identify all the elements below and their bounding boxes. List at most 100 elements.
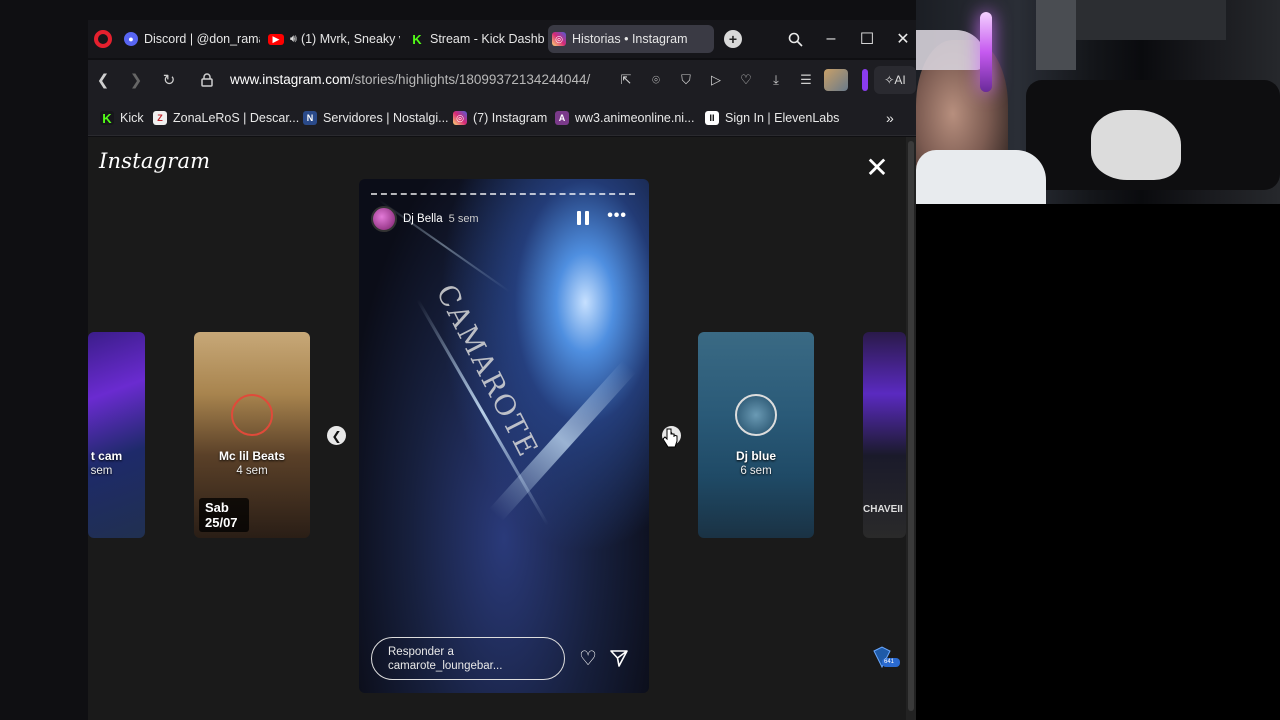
play-icon[interactable]: ▷ — [706, 70, 726, 90]
send-icon[interactable] — [609, 648, 631, 670]
badge-date: 25/07 — [205, 515, 238, 530]
scrollbar-thumb[interactable] — [908, 141, 914, 711]
page-scrollbar[interactable] — [906, 137, 916, 720]
side-story[interactable]: Dj blue 6 sem — [698, 332, 814, 538]
ai-button[interactable]: ✧ AI — [874, 66, 916, 94]
bookmark-elevenlabs[interactable]: II Sign In | ElevenLabs — [705, 109, 839, 127]
previous-story-button[interactable]: ❮ — [327, 426, 346, 445]
browser-window: ● Discord | @don_rama ▶ 🔊︎ (1) Mvrk, Sne… — [0, 0, 916, 720]
tab-kick-dashboard[interactable]: K Stream - Kick Dashbo — [406, 25, 544, 53]
bookmark-kick[interactable]: K Kick — [100, 109, 144, 127]
pause-icon[interactable] — [577, 211, 589, 225]
bookmark-servidores[interactable]: N Servidores | Nostalgi... — [303, 109, 449, 127]
story-avatar — [735, 394, 777, 436]
main-story[interactable]: CAMAROTE Dj Bella 5 sem ••• Responder a … — [359, 179, 649, 693]
new-tab-button[interactable]: + — [724, 30, 742, 48]
instagram-stories-page: Instagram ✕ t cam sem Mc lil Beats 4 sem… — [88, 137, 906, 720]
story-time: 4 sem — [236, 465, 268, 477]
speaker-icon[interactable]: 🔊︎ — [290, 33, 297, 46]
side-story[interactable]: Mc lil Beats 4 sem Sab 25/07 — [194, 332, 310, 538]
close-stories-button[interactable]: ✕ — [864, 154, 890, 182]
story-time: sem — [90, 465, 113, 477]
story-avatar — [231, 394, 273, 436]
elevenlabs-icon: II — [705, 111, 719, 125]
share-icon[interactable]: ⇱ — [616, 70, 636, 90]
bookmark-instagram[interactable]: ◎ (7) Instagram — [453, 109, 547, 127]
story-user: Dj blue — [735, 449, 776, 463]
webcam-cap — [916, 30, 986, 70]
bookmark-label: ZonaLeRoS | Descar... — [173, 111, 300, 125]
camera-icon[interactable]: ⌾ — [646, 70, 666, 90]
bookmark-label: ww3.animeonline.ni... — [575, 111, 695, 125]
youtube-icon: ▶ — [268, 33, 284, 45]
reload-icon[interactable]: ↻ — [158, 69, 180, 91]
sidebar-toggle[interactable] — [862, 69, 868, 91]
profile-avatar[interactable] — [824, 69, 848, 91]
lock-icon[interactable] — [196, 69, 218, 91]
side-story[interactable]: CHAVEII — [863, 332, 906, 538]
extension-badge[interactable]: 641 — [872, 645, 902, 669]
maximize-button[interactable]: ☐ — [855, 28, 879, 50]
bookmark-label: Sign In | ElevenLabs — [725, 111, 840, 125]
discord-icon: ● — [124, 32, 138, 46]
address-bar-row: ❮ ❯ ↻ www.instagram.com/stories/highligh… — [88, 60, 916, 100]
story-overlay-text: CAMAROTE — [429, 279, 546, 463]
story-user: t cam — [90, 449, 123, 463]
webcam-cloth — [1091, 110, 1181, 180]
url-path: /stories/highlights/18099372134244044/ — [350, 72, 591, 87]
bookmark-label: (7) Instagram — [473, 111, 548, 125]
story-user: Mc lil Beats — [218, 449, 286, 463]
webcam-background — [1076, 0, 1226, 40]
tab-label: Stream - Kick Dashbo — [430, 32, 544, 46]
anime-icon: A — [555, 111, 569, 125]
zonaleros-icon: Z — [153, 111, 167, 125]
url-field[interactable]: www.instagram.com/stories/highlights/180… — [230, 72, 590, 87]
webcam-background — [1036, 0, 1076, 70]
bookmarks-overflow-icon[interactable]: » — [886, 109, 894, 127]
bookmark-label: Servidores | Nostalgi... — [323, 111, 449, 125]
date-badge: Sab 25/07 — [199, 498, 249, 532]
minimize-button[interactable]: – — [819, 28, 843, 50]
tab-youtube[interactable]: ▶ 🔊︎ (1) Mvrk, Sneaky v — [264, 25, 400, 53]
instagram-icon: ◎ — [453, 111, 467, 125]
opera-logo-icon[interactable] — [94, 30, 112, 48]
ai-label: AI — [894, 73, 906, 87]
instagram-logo[interactable]: Instagram — [99, 149, 210, 173]
bookmark-label: Kick — [120, 111, 144, 125]
bookmark-zonaleros[interactable]: Z ZonaLeRoS | Descar... — [153, 109, 299, 127]
shield-icon[interactable]: ⛉ — [676, 70, 696, 90]
story-header: Dj Bella 5 sem ••• — [371, 205, 637, 233]
download-icon[interactable]: ⤓ — [766, 70, 786, 90]
close-window-button[interactable]: ✕ — [891, 28, 915, 50]
forward-button[interactable]: ❯ — [125, 69, 147, 91]
webcam-shirt — [916, 150, 1046, 204]
settings-sliders-icon[interactable]: ☰ — [796, 70, 816, 90]
story-time: 5 sem — [448, 213, 479, 225]
badge-count: 641 — [884, 659, 895, 665]
kick-icon: K — [410, 32, 424, 47]
story-avatar[interactable] — [371, 206, 397, 232]
kick-icon: K — [100, 111, 114, 126]
search-tabs-icon[interactable] — [783, 28, 807, 50]
side-story[interactable]: t cam sem — [88, 332, 145, 538]
tab-label: (1) Mvrk, Sneaky v — [300, 32, 400, 46]
heart-icon[interactable]: ♡ — [736, 70, 756, 90]
like-heart-icon[interactable]: ♡ — [577, 648, 599, 670]
sparkle-icon: ✧ — [884, 73, 895, 87]
story-username[interactable]: Dj Bella — [403, 213, 443, 225]
tab-instagram-historias[interactable]: ◎ Historias • Instagram — [548, 25, 714, 53]
bookmark-animeonline[interactable]: A ww3.animeonline.ni... — [555, 109, 695, 127]
webcam-overlay — [916, 0, 1280, 204]
tab-label: Discord | @don_rama — [144, 32, 260, 46]
story-progress-bar — [371, 193, 635, 195]
back-button[interactable]: ❮ — [92, 69, 114, 91]
url-domain: www.instagram.com — [230, 72, 351, 87]
webcam-light — [980, 12, 992, 92]
more-options-icon[interactable]: ••• — [607, 207, 627, 225]
nostalgia-icon: N — [303, 111, 317, 125]
instagram-icon: ◎ — [552, 32, 566, 46]
reply-input[interactable]: Responder a camarote_loungebar... — [371, 637, 565, 680]
bookmarks-bar: K Kick Z ZonaLeRoS | Descar... N Servido… — [88, 100, 916, 136]
tab-discord[interactable]: ● Discord | @don_rama — [120, 25, 260, 53]
hand-cursor-icon — [662, 428, 678, 448]
